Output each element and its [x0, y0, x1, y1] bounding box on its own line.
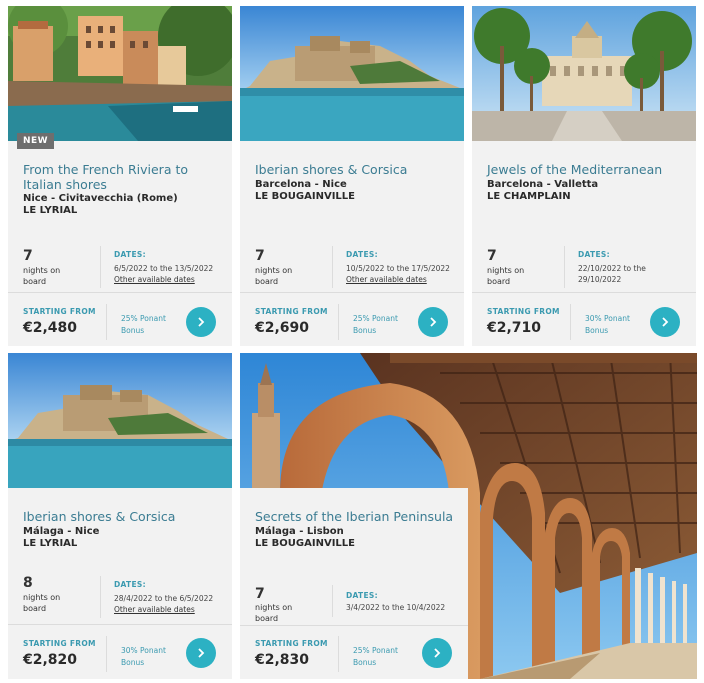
dates-label: DATES:: [114, 250, 146, 259]
divider: [106, 304, 107, 340]
starting-from-label: STARTING FROM: [255, 307, 328, 316]
nights-count: 7: [255, 586, 265, 602]
view-cruise-button[interactable]: [418, 307, 448, 337]
starting-from-label: STARTING FROM: [23, 639, 96, 648]
other-dates-link[interactable]: Other available dates: [114, 605, 195, 614]
divider: [100, 576, 101, 618]
nights-label: nights on board: [487, 266, 525, 286]
dates-label: DATES:: [346, 250, 378, 259]
cruise-title[interactable]: Jewels of the Mediterranean: [487, 162, 684, 177]
nights-count: 7: [487, 248, 497, 264]
divider: [338, 636, 339, 672]
cruise-card[interactable]: Secrets of the Iberian Peninsula Málaga …: [240, 488, 468, 679]
dates-value: 6/5/2022 to the 13/5/2022: [114, 264, 214, 273]
nights-label: nights on board: [255, 266, 293, 286]
ship-name: LE BOUGAINVILLE: [255, 191, 355, 202]
starting-from-label: STARTING FROM: [487, 307, 560, 316]
dates-label: DATES:: [114, 580, 146, 589]
price: €2,710: [487, 320, 542, 336]
cruise-card[interactable]: Iberian shores & Corsica Barcelona - Nic…: [240, 6, 464, 346]
cruise-photo-calvi: [240, 6, 464, 141]
view-cruise-button[interactable]: [650, 307, 680, 337]
divider: [570, 304, 571, 340]
cruise-route: Málaga - Lisbon: [255, 526, 344, 537]
starting-from-label: STARTING FROM: [23, 307, 96, 316]
dates-value: 28/4/2022 to the 6/5/2022: [114, 594, 214, 603]
chevron-right-icon: [430, 317, 437, 327]
cruise-photo-cadiz: [472, 6, 696, 141]
cruise-route: Málaga - Nice: [23, 526, 100, 537]
dates-label: DATES:: [346, 591, 378, 600]
divider: [8, 292, 232, 293]
divider: [472, 292, 696, 293]
ship-name: LE LYRIAL: [23, 538, 78, 549]
cruise-route: Barcelona - Valletta: [487, 179, 599, 190]
cruise-card[interactable]: Iberian shores & Corsica Málaga - Nice L…: [8, 353, 232, 679]
nights-label: nights on board: [255, 603, 293, 623]
cruise-photo-calvi: [8, 353, 232, 488]
nights-count: 7: [23, 248, 33, 264]
bonus-label: 30% Ponant Bonus: [121, 646, 166, 667]
divider: [332, 585, 333, 617]
other-dates-link[interactable]: Other available dates: [114, 275, 195, 284]
chevron-right-icon: [434, 648, 441, 658]
bonus-label: 25% Ponant Bonus: [353, 646, 398, 667]
other-dates-link[interactable]: Other available dates: [346, 275, 427, 284]
cruise-title[interactable]: Iberian shores & Corsica: [255, 162, 452, 177]
divider: [564, 246, 565, 288]
view-cruise-button[interactable]: [186, 638, 216, 668]
cruise-route: Barcelona - Nice: [255, 179, 347, 190]
bonus-label: 30% Ponant Bonus: [585, 314, 630, 335]
ship-name: LE CHAMPLAIN: [487, 191, 571, 202]
cruise-card[interactable]: Jewels of the Mediterranean Barcelona - …: [472, 6, 696, 346]
price: €2,690: [255, 320, 310, 336]
cruise-title[interactable]: Secrets of the Iberian Peninsula: [255, 509, 456, 524]
divider: [100, 246, 101, 288]
nights-count: 8: [23, 575, 33, 591]
nights-count: 7: [255, 248, 265, 264]
ship-name: LE LYRIAL: [23, 205, 78, 216]
chevron-right-icon: [198, 317, 205, 327]
price: €2,830: [255, 652, 310, 668]
cruise-title[interactable]: From the French Riviera to Italian shore…: [23, 162, 220, 192]
dates-label: DATES:: [578, 250, 610, 259]
cruise-card[interactable]: NEW From the French Riviera to Italian s…: [8, 6, 232, 346]
nights-label: nights on board: [23, 266, 61, 286]
divider: [240, 292, 464, 293]
cruise-route: Nice - Civitavecchia (Rome): [23, 193, 178, 204]
starting-from-label: STARTING FROM: [255, 639, 328, 648]
divider: [106, 636, 107, 672]
view-cruise-button[interactable]: [422, 638, 452, 668]
dates-value: 3/4/2022 to the 10/4/2022: [346, 603, 446, 612]
divider: [8, 624, 232, 625]
chevron-right-icon: [662, 317, 669, 327]
price: €2,480: [23, 320, 78, 336]
divider: [240, 625, 468, 626]
chevron-right-icon: [198, 648, 205, 658]
dates-value: 10/5/2022 to the 17/5/2022: [346, 264, 450, 273]
ship-name: LE BOUGAINVILLE: [255, 538, 355, 549]
nights-label: nights on board: [23, 593, 61, 613]
view-cruise-button[interactable]: [186, 307, 216, 337]
cruise-photo-portofino: [8, 6, 232, 141]
bonus-label: 25% Ponant Bonus: [353, 314, 398, 335]
divider: [338, 304, 339, 340]
cruise-title[interactable]: Iberian shores & Corsica: [23, 509, 220, 524]
bonus-label: 25% Ponant Bonus: [121, 314, 166, 335]
price: €2,820: [23, 652, 78, 668]
dates-value: 22/10/2022 to the 29/10/2022: [578, 264, 646, 284]
divider: [332, 246, 333, 288]
